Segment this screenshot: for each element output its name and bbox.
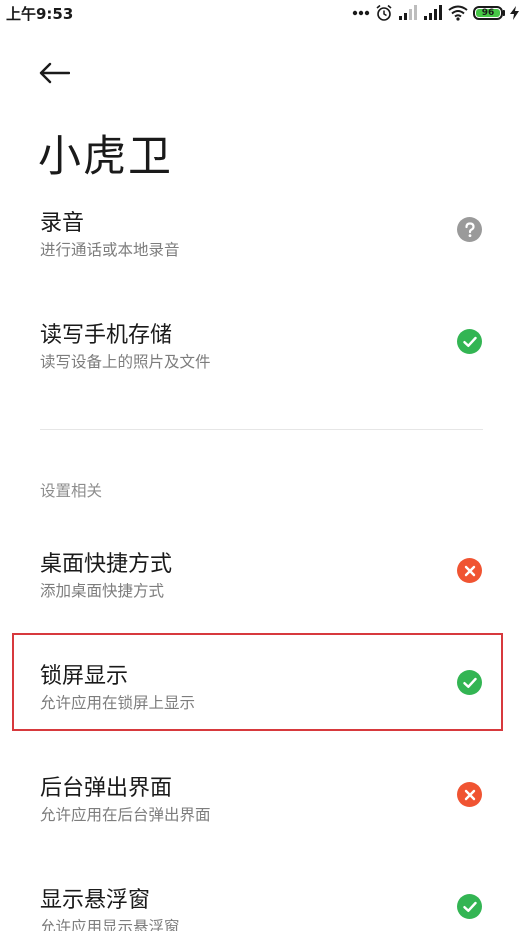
signal-icon [424,5,442,20]
status-bar: 上午9:53 96 [0,0,523,26]
signal-icon [399,5,417,20]
more-dots-icon [352,10,370,16]
back-arrow-icon [39,62,70,84]
item-subtitle: 添加桌面快捷方式 [40,582,165,600]
check-icon [457,670,482,695]
item-title: 录音 [40,211,85,236]
item-subtitle: 允许应用显示悬浮窗 [40,918,180,931]
wifi-icon [448,5,468,21]
page-title: 小虎卫 [38,132,173,182]
item-subtitle: 读写设备上的照片及文件 [40,353,211,371]
cross-icon [457,558,482,583]
item-subtitle: 允许应用在后台弹出界面 [40,806,211,824]
section-label: 设置相关 [40,482,103,500]
status-time: 上午9:53 [6,5,74,23]
permission-item-storage[interactable]: 读写手机存储 读写设备上的照片及文件 [0,307,523,407]
item-title: 读写手机存储 [40,323,173,348]
item-title: 显示悬浮窗 [40,888,151,913]
item-title: 后台弹出界面 [40,776,173,801]
charging-icon [510,6,519,20]
setting-item-desktop-shortcut[interactable]: 桌面快捷方式 添加桌面快捷方式 [0,536,523,636]
permission-item-record-audio[interactable]: 录音 进行通话或本地录音 [0,195,523,295]
cross-icon [457,782,482,807]
status-icons: 96 [352,2,519,24]
setting-item-background-popup[interactable]: 后台弹出界面 允许应用在后台弹出界面 [0,760,523,860]
item-title: 锁屏显示 [40,664,129,689]
app-screen: 上午9:53 96 小虎卫 录音 进行通话或本地录音 读写手机存储 读写设备上的… [0,0,523,931]
alarm-icon [376,4,392,21]
item-subtitle: 进行通话或本地录音 [40,241,180,259]
check-icon [457,329,482,354]
battery-icon: 96 [473,6,505,20]
item-title: 桌面快捷方式 [40,552,173,577]
battery-level: 96 [476,8,500,17]
setting-item-lock-screen-display[interactable]: 锁屏显示 允许应用在锁屏上显示 [0,648,523,748]
section-divider [40,429,483,430]
item-subtitle: 允许应用在锁屏上显示 [40,694,196,712]
check-icon [457,894,482,919]
question-icon [457,217,482,242]
setting-item-floating-window[interactable]: 显示悬浮窗 允许应用显示悬浮窗 [0,872,523,931]
back-button[interactable] [36,55,72,91]
